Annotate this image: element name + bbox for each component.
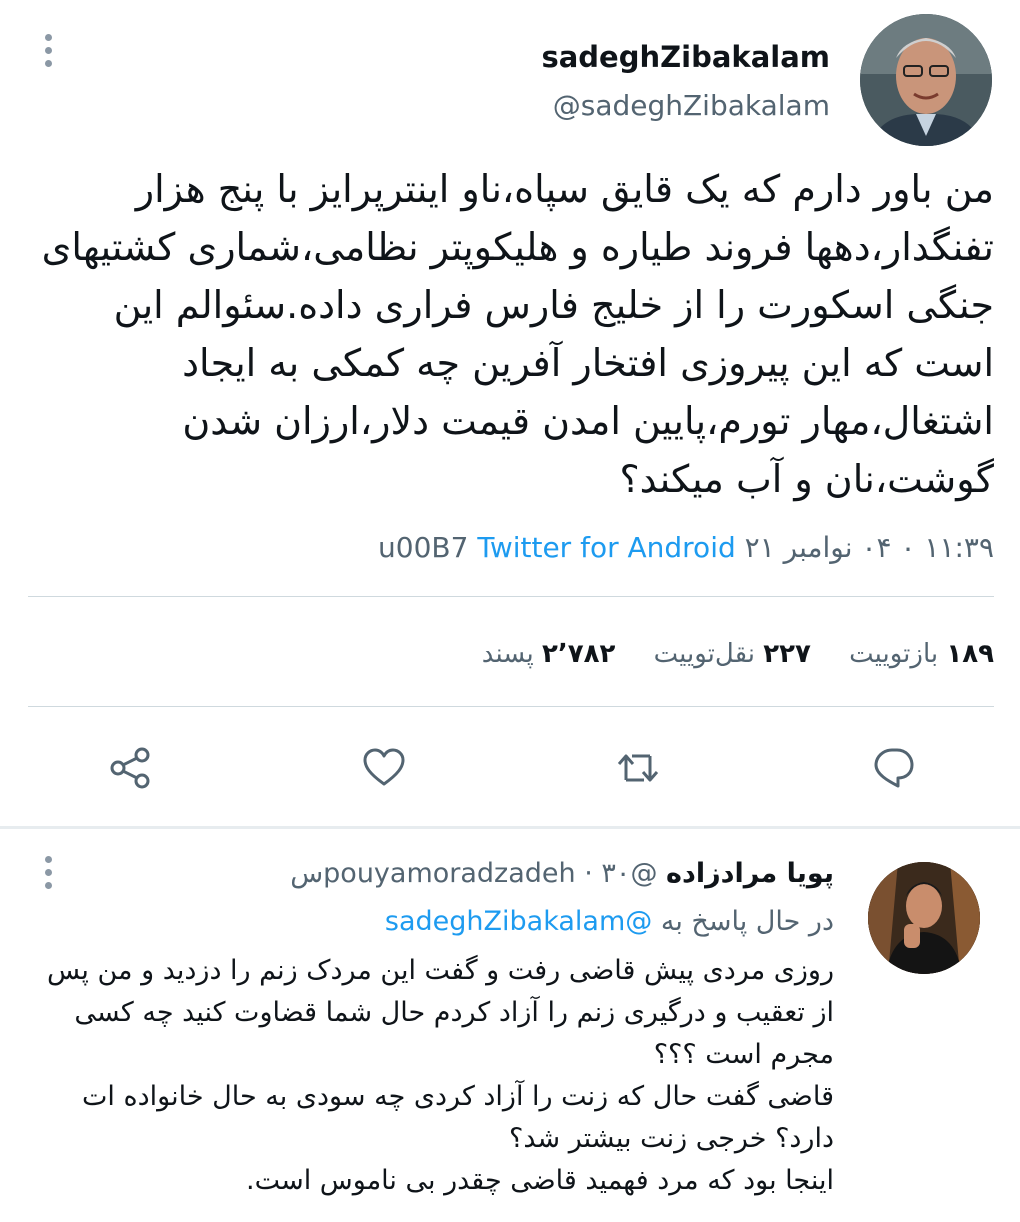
reply-separator: · [584,858,593,889]
tweet-meta: ۱۱:۳۹ ۰ ۰۴ نوامبر ۲۱ u00B7 Twitter for A… [378,528,994,568]
tweet-timestamp[interactable]: ۱۱:۳۹ ۰ ۰۴ نوامبر ۲۱ [745,531,994,564]
quotes-count: ۲۲۷ [763,639,811,669]
reply-header: پویا مرادزاده @pouyamoradzadeh · ۳۰س [290,854,834,894]
reply-text: روزی مردی پیش قاضی رفت و گفت این مردک زن… [36,950,834,1202]
avatar[interactable] [860,14,992,146]
tweet-source[interactable]: Twitter for Android [477,531,735,564]
likes-label: پسند [481,639,534,669]
divider [28,706,994,707]
like-icon [363,748,405,786]
retweets-count: ۱۸۹ [946,639,994,669]
retweets-stat[interactable]: ۱۸۹ بازتوییت [849,639,994,669]
quotes-label: نقل‌توییت [653,639,755,669]
reply-more-options-icon[interactable] [38,852,58,892]
reply-icon [874,748,914,788]
likes-stat[interactable]: ۲٬۷۸۲ پسند [482,639,616,669]
more-options-icon[interactable] [38,30,58,70]
tweet-stats: ۱۸۹ بازتوییت ۲۲۷ نقل‌توییت ۲٬۷۸۲ پسند [452,634,994,674]
tweet-text: من باور دارم که یک قایق سپاه،ناو اینترپر… [41,167,994,501]
author-name[interactable]: sadeghZibakalam [541,38,830,76]
replying-to-mention[interactable]: @sadeghZibakalam [385,906,652,937]
section-divider [0,826,1020,829]
retweet-button[interactable] [612,742,664,794]
share-button[interactable] [104,742,156,794]
reply-author-name[interactable]: پویا مرادزاده [666,858,834,889]
reply-avatar-photo [868,862,980,974]
replying-to-prefix: در حال پاسخ به [660,906,834,937]
meta-separator: u00B7 [378,531,469,564]
avatar-photo [860,14,992,146]
share-icon [110,747,150,789]
like-button[interactable] [358,742,410,794]
reply-line: روزی مردی پیش قاضی رفت و گفت این مردک زن… [46,955,834,1070]
replying-to: در حال پاسخ به @sadeghZibakalam [385,902,834,942]
author-handle[interactable]: @sadeghZibakalam [541,84,830,128]
reply-line: قاضی گفت حال که زنت را آزاد کردی چه سودی… [82,1081,834,1154]
reply-avatar[interactable] [868,862,980,974]
likes-count: ۲٬۷۸۲ [542,639,616,669]
divider [28,596,994,597]
retweet-icon [617,754,659,782]
retweets-label: بازتوییت [849,639,939,669]
reply-line: اینجا بود که مرد فهمید قاضی چقدر بی نامو… [245,1165,834,1196]
tweet-author: sadeghZibakalam @sadeghZibakalam [541,38,830,128]
reply-button[interactable] [868,742,920,794]
quotes-stat[interactable]: ۲۲۷ نقل‌توییت [654,639,811,669]
